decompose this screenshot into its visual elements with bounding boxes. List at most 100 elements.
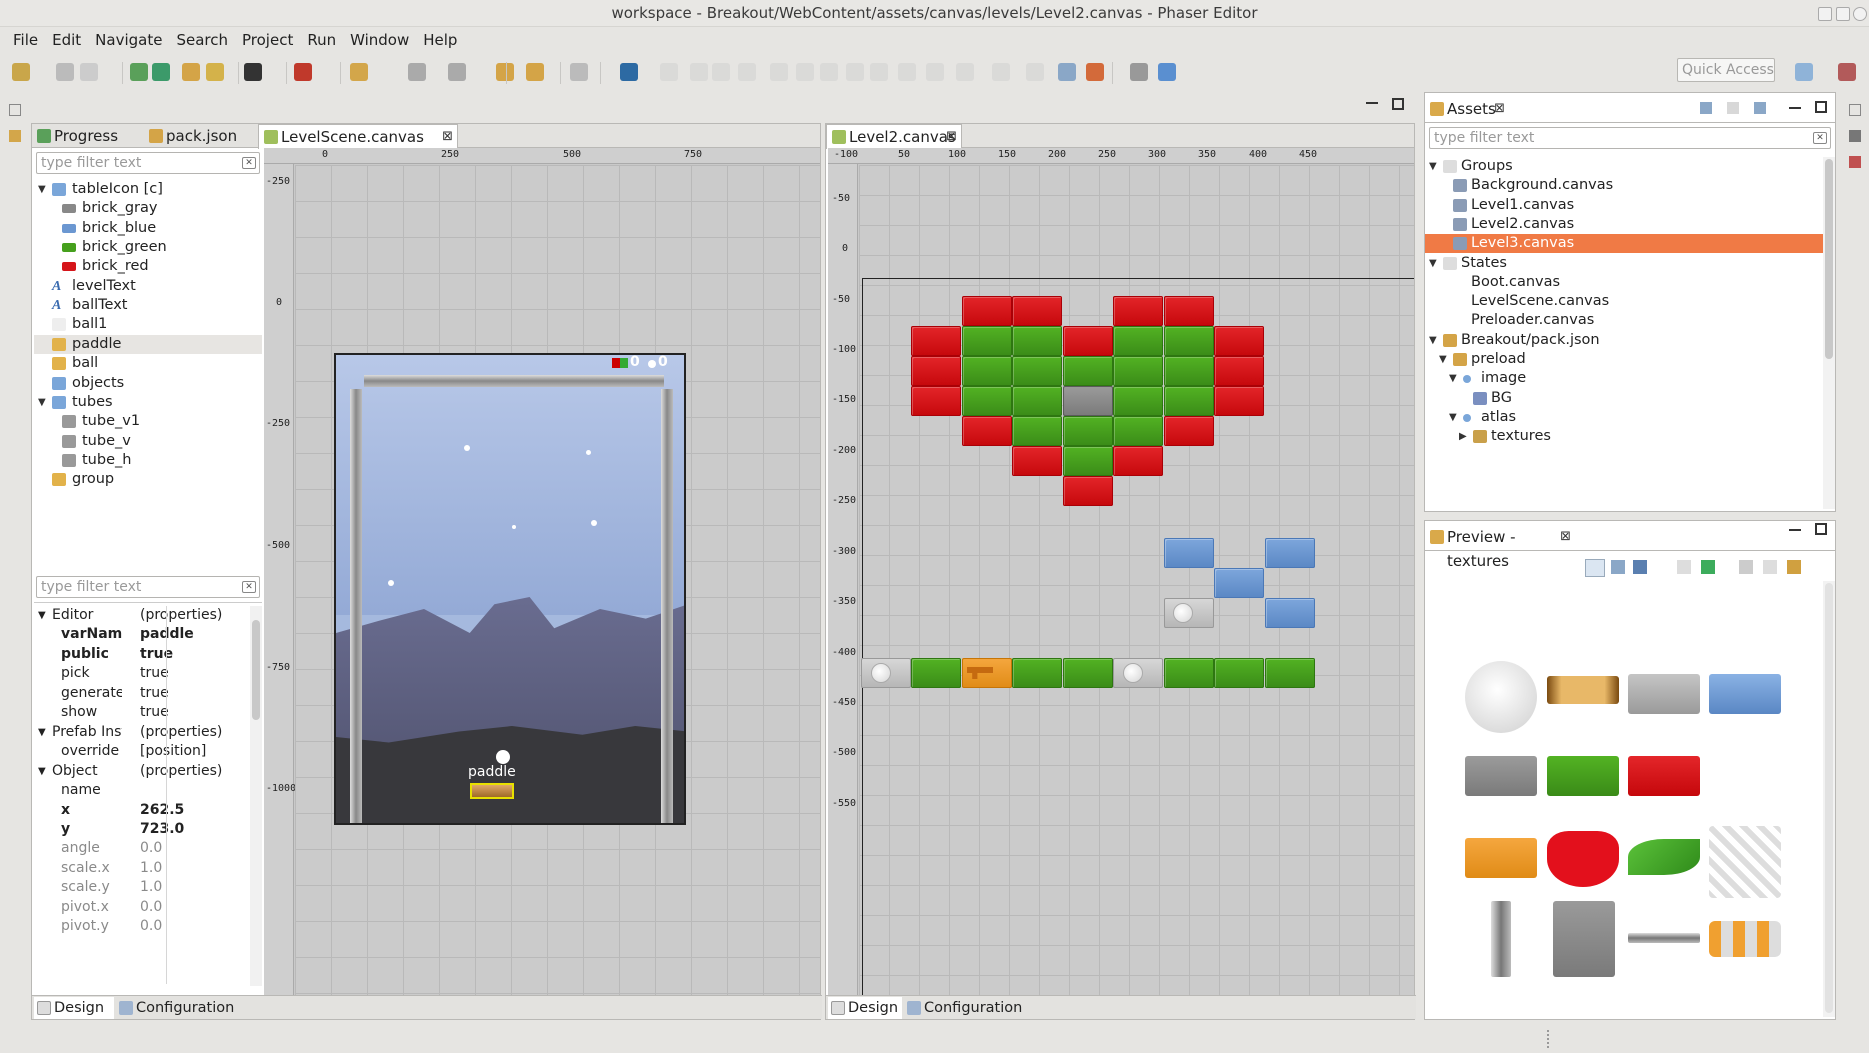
collapse-icon[interactable] (1727, 102, 1739, 114)
menu-navigate[interactable]: Navigate (88, 28, 169, 52)
brick-gray-ball-texture[interactable] (1628, 674, 1700, 714)
copy-icon[interactable] (1763, 560, 1777, 574)
outline-item-brick-blue[interactable]: brick_blue (34, 219, 262, 238)
brick-red[interactable] (961, 296, 1012, 326)
align-top-icon[interactable] (846, 63, 864, 81)
brick-red[interactable] (1163, 296, 1214, 326)
brick-green[interactable] (1214, 658, 1264, 688)
outline-item-ball1[interactable]: ball1 (34, 315, 262, 334)
outline-item-brick-green[interactable]: brick_green (34, 238, 262, 257)
brick-green[interactable] (1264, 658, 1315, 688)
align-middle-icon[interactable] (870, 63, 888, 81)
select-icon[interactable] (660, 63, 678, 81)
align-right-icon[interactable] (820, 63, 838, 81)
brick-green[interactable] (1113, 386, 1163, 416)
bring-front-icon[interactable] (992, 63, 1010, 81)
brick-green[interactable] (1163, 326, 1214, 356)
outline-item-leveltext[interactable]: AlevelText (34, 277, 262, 296)
tab-levelscene-canvas[interactable]: LevelScene.canvas ⊠ (258, 124, 458, 149)
anchor-icon[interactable] (712, 63, 730, 81)
refresh-assets-icon[interactable] (1700, 102, 1712, 114)
ball-sprite[interactable] (871, 663, 891, 683)
brick-gray[interactable] (1062, 386, 1113, 416)
asset-item-level1-canvas[interactable]: Level1.canvas (1425, 196, 1823, 215)
outline-item-brick-gray[interactable]: brick_gray (34, 199, 262, 218)
launch-icon[interactable] (350, 63, 368, 81)
brick-red-texture[interactable] (1628, 756, 1700, 796)
brick-red[interactable] (1113, 296, 1163, 326)
property-row-public[interactable]: public true (36, 645, 252, 664)
brick-green[interactable] (1012, 386, 1062, 416)
outline-item-tableicon-c-[interactable]: ▼ tableIcon [c] (34, 180, 262, 199)
run-icon[interactable] (130, 63, 148, 81)
export-icon[interactable] (1787, 560, 1801, 574)
asset-item-atlas[interactable]: ▼ atlas (1425, 408, 1823, 427)
brick-red[interactable] (1113, 446, 1163, 476)
next-annotation-icon[interactable] (408, 63, 426, 81)
new-icon[interactable] (12, 63, 30, 81)
settings-icon[interactable] (1130, 63, 1148, 81)
menu-edit[interactable]: Edit (45, 28, 88, 52)
outline-item-tube-h[interactable]: tube_h (34, 451, 262, 470)
brick-green[interactable] (961, 326, 1012, 356)
close-window-icon[interactable] (1853, 7, 1867, 21)
brick-red[interactable] (911, 386, 961, 416)
property-row-pivot-x[interactable]: pivot.x 0.0 (36, 898, 252, 917)
new-package-icon[interactable] (206, 63, 224, 81)
asset-item-level2-canvas[interactable]: Level2.canvas (1425, 215, 1823, 234)
link-editor-icon[interactable] (1754, 102, 1766, 114)
phaser-perspective-icon[interactable] (1838, 63, 1856, 81)
asset-item-breakout-pack-json[interactable]: ▼ Breakout/pack.json (1425, 331, 1823, 350)
tab-level2-canvas[interactable]: Level2.canvas ⊠ (826, 124, 962, 149)
maximize-view-icon[interactable] (1815, 523, 1827, 535)
property-row-pivot-y[interactable]: pivot.y 0.0 (36, 917, 252, 936)
tab-assets[interactable]: Assets ⊠ (1425, 97, 1509, 121)
paddle-sprite[interactable] (470, 783, 514, 799)
brick-green[interactable] (911, 658, 961, 688)
layout-icon[interactable] (1058, 63, 1076, 81)
preview-scrollbar[interactable] (1823, 581, 1835, 1017)
brick-red[interactable] (1062, 326, 1113, 356)
brick-steel-texture[interactable] (1465, 756, 1537, 796)
level2-canvas-area[interactable]: -100 50 100 150 200 250 300 350 400 450 -50 0 -50 -1… (828, 148, 1414, 995)
brick-green[interactable] (1062, 446, 1113, 476)
property-row-y[interactable]: y 723.0 (36, 820, 252, 839)
property-row-pick[interactable]: pick true (36, 664, 252, 683)
maximize-view-icon[interactable] (1815, 101, 1827, 113)
menu-window[interactable]: Window (343, 28, 416, 52)
outline-item-objects[interactable]: objects (34, 374, 262, 393)
brick-green[interactable] (1062, 658, 1113, 688)
send-back-icon[interactable] (1026, 63, 1044, 81)
distribute-h-icon[interactable] (926, 63, 944, 81)
menu-project[interactable]: Project (235, 28, 300, 52)
maximize-editor-icon[interactable] (1392, 98, 1404, 110)
minimize-view-icon[interactable] (1789, 529, 1801, 531)
properties-filter-input[interactable]: type filter text ✕ (36, 576, 260, 598)
property-row-x[interactable]: x 262.5 (36, 801, 252, 820)
close-tab-icon[interactable]: ⊠ (946, 125, 957, 149)
ball-sprite[interactable] (1173, 603, 1193, 623)
property-row-name[interactable]: name (36, 781, 252, 800)
scrollbar-thumb[interactable] (1825, 583, 1833, 1013)
outline-item-group[interactable]: group (34, 470, 262, 489)
grid-view-icon[interactable] (1585, 559, 1605, 577)
back-icon[interactable] (526, 63, 544, 81)
expand-icon[interactable]: ▼ (1449, 369, 1457, 388)
clear-filter-icon[interactable]: ✕ (242, 157, 256, 169)
perspective-icon[interactable] (1795, 63, 1813, 81)
brick-green[interactable] (1012, 416, 1062, 446)
asset-item-states[interactable]: ▼ States (1425, 254, 1823, 273)
outline-item-tubes[interactable]: ▼ tubes (34, 393, 262, 412)
brick-green[interactable] (1113, 326, 1163, 356)
brick-green[interactable] (961, 386, 1012, 416)
refresh-icon[interactable] (1158, 63, 1176, 81)
ball-texture[interactable] (1465, 661, 1537, 733)
corner-texture[interactable] (1709, 756, 1781, 796)
configuration-tab[interactable]: Configuration (904, 997, 1022, 1019)
tube-block-texture[interactable] (1553, 901, 1615, 977)
configuration-tab[interactable]: Configuration (116, 997, 234, 1019)
menu-file[interactable]: File (6, 28, 45, 52)
search-icon[interactable] (620, 63, 638, 81)
fit-icon[interactable] (1701, 560, 1715, 574)
close-tab-icon[interactable]: ⊠ (442, 125, 453, 149)
